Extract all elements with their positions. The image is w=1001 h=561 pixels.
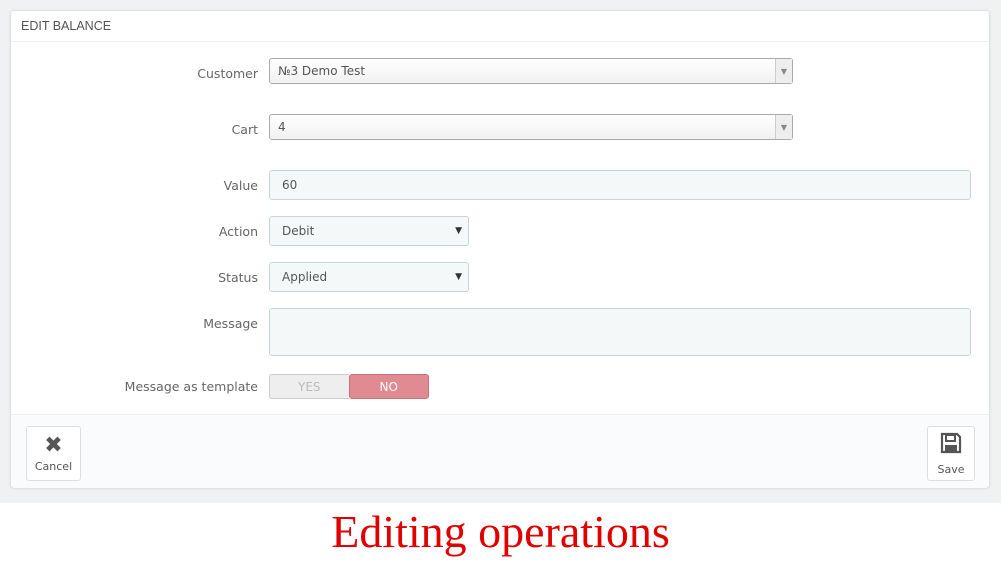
customer-label: Customer <box>197 66 258 81</box>
action-select[interactable]: Debit ▼ <box>269 216 469 246</box>
cart-value: 4 <box>278 120 286 134</box>
customer-select[interactable]: №3 Demo Test ▼ <box>269 58 793 84</box>
cart-label: Cart <box>231 122 258 137</box>
save-icon <box>939 431 963 460</box>
chevron-down-icon: ▼ <box>775 59 792 83</box>
action-label: Action <box>218 224 258 239</box>
template-label: Message as template <box>124 379 258 394</box>
message-label: Message <box>203 316 258 331</box>
cancel-button[interactable]: ✖ Cancel <box>26 426 81 481</box>
panel-footer: ✖ Cancel Save <box>11 414 989 488</box>
cart-select[interactable]: 4 ▼ <box>269 114 793 140</box>
caption: Editing operations <box>331 506 670 557</box>
caret-down-icon: ▼ <box>455 272 462 282</box>
save-label: Save <box>937 463 965 476</box>
status-label: Status <box>218 270 258 285</box>
value-input[interactable]: 60 <box>269 170 971 200</box>
message-textarea[interactable] <box>269 308 971 356</box>
status-value: Applied <box>282 270 328 284</box>
save-button[interactable]: Save <box>927 426 975 481</box>
toggle-yes[interactable]: YES <box>269 374 349 399</box>
value-text: 60 <box>282 178 298 192</box>
customer-value: №3 Demo Test <box>278 64 366 78</box>
status-select[interactable]: Applied ▼ <box>269 262 469 292</box>
panel-title: EDIT BALANCE <box>11 11 989 42</box>
chevron-down-icon: ▼ <box>775 115 792 139</box>
template-toggle[interactable]: YES NO <box>269 374 429 399</box>
close-icon: ✖ <box>44 432 63 458</box>
toggle-no[interactable]: NO <box>348 374 429 399</box>
cancel-label: Cancel <box>34 459 73 473</box>
value-label: Value <box>223 178 258 193</box>
action-value: Debit <box>282 224 315 238</box>
edit-balance-panel: EDIT BALANCE Customer №3 Demo Test ▼ Car… <box>10 10 990 488</box>
caret-down-icon: ▼ <box>455 226 462 236</box>
